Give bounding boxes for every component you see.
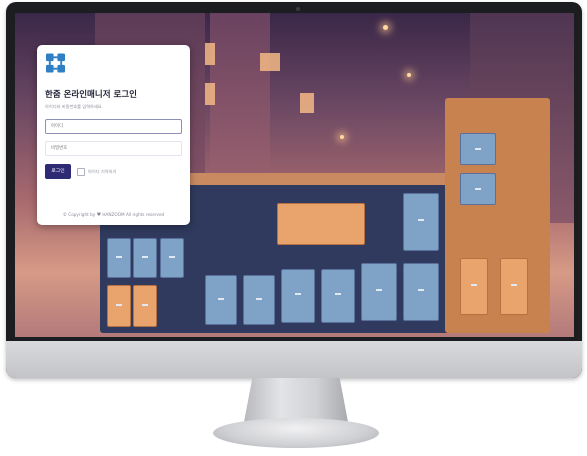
copyright-suffix: HANZOOM All rights reserved [102, 212, 165, 217]
monitor-stand-base [213, 418, 379, 448]
heart-icon: ♥ [96, 212, 102, 218]
mailbox-drawer [460, 258, 488, 315]
mailbox-drawer [460, 173, 496, 205]
background-building-middle [210, 13, 270, 193]
mailbox-drawer [133, 238, 157, 278]
login-card: 한줌 온라인매니저 로그인 아이디와 비밀번호를 입력하세요. 로그인 아이디 … [37, 45, 190, 225]
mailbox-drawer [107, 238, 131, 278]
monitor-stand-neck [244, 378, 348, 422]
remember-checkbox[interactable] [77, 168, 85, 176]
background-window [205, 83, 215, 105]
mailbox-drawer [133, 285, 157, 327]
background-light [340, 135, 344, 139]
camera-dot [296, 7, 300, 11]
mailbox-drawer [403, 193, 439, 251]
mailbox-drawer [361, 263, 397, 321]
mailbox-drawer [281, 269, 315, 323]
background-window [300, 93, 314, 113]
background-window [260, 53, 280, 71]
background-light [407, 73, 411, 77]
mailbox-drawer [321, 269, 355, 323]
mailbox-drawer [403, 263, 439, 321]
copyright-prefix: © Copyright by [62, 212, 96, 217]
mailbox-drawer [205, 275, 237, 325]
login-title: 한줌 온라인매니저 로그인 [45, 90, 137, 100]
mailbox-drawer-open [277, 203, 365, 245]
password-input[interactable] [45, 141, 182, 156]
mailbox-drawer [243, 275, 275, 325]
monitor-frame: 한줌 온라인매니저 로그인 아이디와 비밀번호를 입력하세요. 로그인 아이디 … [6, 2, 582, 378]
login-button[interactable]: 로그인 [45, 164, 71, 179]
background-light [383, 25, 388, 30]
id-input[interactable] [45, 119, 182, 134]
mailbox-drawer [107, 285, 131, 327]
copyright: © Copyright by ♥ HANZOOM All rights rese… [37, 212, 190, 218]
background-window [205, 43, 215, 65]
mailbox-drawer [160, 238, 184, 278]
grid-logo-icon [46, 53, 65, 73]
monitor-chin [6, 341, 582, 378]
mailbox-drawer [460, 133, 496, 165]
mailbox-drawer [500, 258, 528, 315]
remember-label: 아이디 기억하기 [88, 169, 117, 174]
login-subtitle: 아이디와 비밀번호를 입력하세요. [45, 104, 103, 109]
